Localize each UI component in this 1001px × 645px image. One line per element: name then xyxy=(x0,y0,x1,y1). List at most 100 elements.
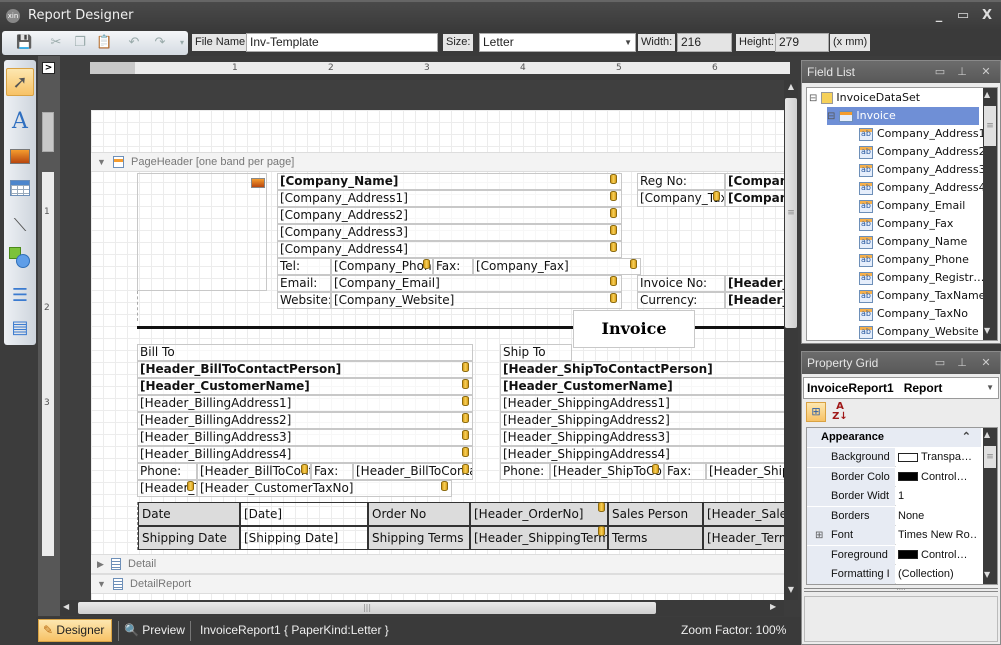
expand-toolbox-button[interactable]: > xyxy=(42,62,55,74)
table-cell[interactable]: Date xyxy=(138,502,240,526)
table-cell[interactable]: [Header_ShippingTerms] xyxy=(470,526,608,550)
designer-tab[interactable]: ✎ Designer xyxy=(38,619,112,642)
cross-band-line-tool-icon[interactable]: ☰ xyxy=(6,282,34,310)
field-list-item[interactable]: ab Company_Address3 xyxy=(859,161,986,179)
maximize-button[interactable]: ▭ xyxy=(954,8,972,24)
scroll-up-icon[interactable]: ▲ xyxy=(785,82,797,94)
close-button[interactable]: X xyxy=(978,8,996,24)
save-icon[interactable]: 💾 xyxy=(16,35,32,51)
scroll-up-icon[interactable]: ▲ xyxy=(984,430,990,439)
close-icon[interactable]: ✕ xyxy=(978,61,994,83)
toolbar-dropdown-icon[interactable]: ▾ xyxy=(174,35,190,51)
preview-tab[interactable]: 🔍 Preview xyxy=(124,619,185,642)
billing-address3-field[interactable]: [Header_BillingAddress3] xyxy=(137,429,473,446)
collapse-icon[interactable]: ⊟ xyxy=(827,111,835,122)
company-website-field[interactable]: [Company_Website] xyxy=(331,292,622,309)
company-address1-field[interactable]: [Company_Address1] xyxy=(277,190,622,207)
company-address2-field[interactable]: [Company_Address2] xyxy=(277,207,622,224)
billing-address2-field[interactable]: [Header_BillingAddress2] xyxy=(137,412,473,429)
report-page[interactable]: ▼ PageHeader [one band per page] [Compan… xyxy=(91,110,784,600)
label-tool-icon[interactable]: A xyxy=(6,108,34,136)
billing-address4-field[interactable]: [Header_BillingAddress4] xyxy=(137,446,473,463)
property-row[interactable]: Border Colo Control… xyxy=(807,467,977,487)
field-list-scrollbar[interactable]: ▲ ≡ ▼ xyxy=(983,88,997,340)
property-value[interactable]: Control… xyxy=(896,545,977,565)
company-email-field[interactable]: [Company_Email] xyxy=(331,275,622,292)
collapse-icon[interactable]: ⊟ xyxy=(809,93,817,104)
property-row[interactable]: Formatting I (Collection) xyxy=(807,565,977,584)
property-row[interactable]: Font ⊞ Times New Ro… xyxy=(807,526,977,545)
size-select[interactable]: Letter ▼ xyxy=(479,33,636,52)
cut-icon[interactable]: ✂ xyxy=(48,35,64,51)
picture-tool-icon[interactable] xyxy=(6,142,34,170)
object-selector[interactable]: InvoiceReport1 Report ▼ xyxy=(803,377,999,399)
tree-node-dataset[interactable]: ⊟ InvoiceDataSet xyxy=(809,89,920,107)
table-cell[interactable]: Shipping Date xyxy=(138,526,240,550)
collapse-category-icon[interactable]: ⌃ xyxy=(962,428,971,447)
company-fax-field[interactable]: [Company_Fax] xyxy=(473,258,641,275)
property-category[interactable]: Appearance ⌃ xyxy=(807,428,981,447)
company-tax-name-field[interactable]: [Company_TaxName] xyxy=(637,190,725,207)
scroll-thumb[interactable]: ≡ xyxy=(785,98,797,328)
scroll-thumb[interactable]: ||| xyxy=(78,602,656,614)
categorized-view-icon[interactable]: ⊞ xyxy=(806,402,826,422)
field-list-item[interactable]: ab Company_TaxNo xyxy=(859,305,968,323)
collapse-icon[interactable]: ▼ xyxy=(97,579,106,589)
field-list-item[interactable]: ab Company_TaxName xyxy=(859,287,985,305)
detail-band[interactable]: ▶ Detail xyxy=(91,554,784,574)
width-input[interactable]: 216 xyxy=(677,33,732,52)
horizontal-scrollbar[interactable]: ◀ ||| ▶ xyxy=(60,600,784,616)
table-cell[interactable]: [Header_Terms] xyxy=(703,526,784,550)
shipping-address1-field[interactable]: [Header_ShippingAddress1] xyxy=(500,395,784,412)
scroll-thumb[interactable]: ≡ xyxy=(984,106,996,146)
paste-icon[interactable]: 📋 xyxy=(96,35,112,51)
table-cell[interactable]: [Date] xyxy=(240,502,368,526)
field-list-item[interactable]: ab Company_Fax xyxy=(859,215,953,233)
redo-icon[interactable]: ↷ xyxy=(152,35,168,51)
expand-icon[interactable]: ▶ xyxy=(97,559,104,569)
cross-band-box-tool-icon[interactable]: ▤ xyxy=(6,314,34,342)
field-list-item[interactable]: ab Company_Website xyxy=(859,323,979,340)
table-cell[interactable]: [Shipping Date] xyxy=(240,526,368,550)
table-tool-icon[interactable] xyxy=(6,174,34,202)
scroll-up-icon[interactable]: ▲ xyxy=(984,90,990,99)
field-list-item[interactable]: ab Company_Address1 xyxy=(859,125,986,143)
property-row[interactable]: Foreground Control… xyxy=(807,545,977,565)
field-list-item[interactable]: ab Company_Registr… xyxy=(859,269,984,287)
expand-icon[interactable]: ⊞ xyxy=(815,526,823,545)
scroll-thumb[interactable]: ≡ xyxy=(984,446,996,468)
logo-picture-box[interactable] xyxy=(137,173,267,291)
table-cell[interactable]: Sales Person xyxy=(608,502,703,526)
alphabetical-sort-icon[interactable]: A Z↓ xyxy=(830,402,850,422)
field-list-item[interactable]: ab Company_Email xyxy=(859,197,965,215)
company-reg-no-field[interactable]: [Company_RegistrationNo] xyxy=(725,173,784,190)
page-header-band[interactable]: ▼ PageHeader [one band per page] xyxy=(91,152,784,172)
field-list-item[interactable]: ab Company_Address4 xyxy=(859,179,986,197)
property-value[interactable]: Times New Ro… xyxy=(896,526,977,545)
property-value[interactable]: (Collection) xyxy=(896,565,977,584)
property-row[interactable]: Background Transpa… xyxy=(807,448,977,467)
table-cell[interactable]: Terms xyxy=(608,526,703,550)
property-value[interactable]: None xyxy=(896,506,977,526)
company-tax-no-field[interactable]: [Company_TaxNo] xyxy=(725,190,784,207)
ship-fax-field[interactable]: [Header_ShipToContactFax] xyxy=(706,463,784,480)
field-list-item[interactable]: ab Company_Address2 xyxy=(859,143,986,161)
float-icon[interactable]: ▭ xyxy=(932,61,948,83)
property-value[interactable]: Control… xyxy=(896,467,977,487)
field-list-item[interactable]: ab Company_Name xyxy=(859,233,967,251)
shipping-address4-field[interactable]: [Header_ShippingAddress4] xyxy=(500,446,784,463)
customer-tax-no-field[interactable]: [Header_CustomerTaxNo] xyxy=(197,480,452,497)
scroll-down-icon[interactable]: ▼ xyxy=(984,570,990,579)
bill-phone-field[interactable]: [Header_BillToContactPhone] xyxy=(197,463,311,480)
shape-tool-icon[interactable] xyxy=(6,244,34,272)
company-address4-field[interactable]: [Company_Address4] xyxy=(277,241,622,258)
vertical-scrollbar[interactable]: ▲ ≡ ▼ xyxy=(784,80,798,600)
property-value[interactable]: 1 xyxy=(896,487,977,506)
property-value[interactable]: Transpa… xyxy=(896,448,977,467)
scroll-down-icon[interactable]: ▼ xyxy=(785,585,797,597)
table-cell[interactable]: Order No xyxy=(368,502,470,526)
field-list-item[interactable]: ab Company_Phone xyxy=(859,251,969,269)
property-scrollbar[interactable]: ▲ ≡ ▼ xyxy=(983,428,997,584)
property-row[interactable]: Border Widt 1 xyxy=(807,487,977,506)
tree-node-invoice[interactable]: ⊟ Invoice xyxy=(827,107,979,125)
